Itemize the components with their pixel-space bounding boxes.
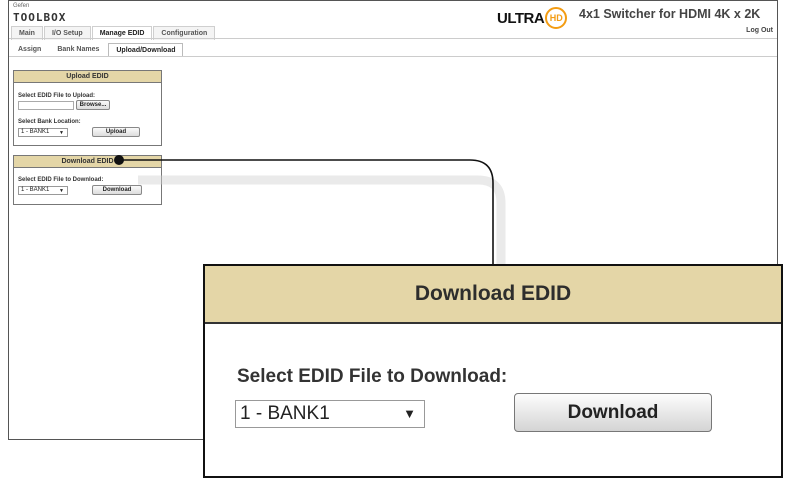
hd-circle-icon: HD xyxy=(545,7,568,29)
upload-file-field[interactable] xyxy=(18,101,74,110)
download-edid-title: Download EDID xyxy=(14,156,161,168)
chevron-down-icon: ▼ xyxy=(403,406,416,421)
download-button[interactable]: Download xyxy=(92,185,142,195)
sub-tabs: Assign Bank Names Upload/Download xyxy=(11,43,185,57)
download-edid-panel: Download EDID Select EDID File to Downlo… xyxy=(13,155,162,205)
download-bank-value: 1 - BANK1 xyxy=(21,187,50,193)
bank-location-label: Select Bank Location: xyxy=(18,119,81,125)
download-file-label: Select EDID File to Download: xyxy=(18,177,104,183)
upload-bank-value: 1 - BANK1 xyxy=(21,129,50,135)
product-title: 4x1 Switcher for HDMI 4K x 2K xyxy=(579,7,761,21)
subtab-assign[interactable]: Assign xyxy=(11,43,48,57)
ultra-text: ULTRA xyxy=(497,9,545,27)
tabbar-divider xyxy=(9,38,777,39)
upload-bank-select[interactable]: 1 - BANK1 ▼ xyxy=(18,128,68,137)
subtab-divider xyxy=(9,56,777,57)
logout-link[interactable]: Log Out xyxy=(746,27,773,34)
subtab-bank-names[interactable]: Bank Names xyxy=(50,43,106,57)
upload-file-label: Select EDID File to Upload: xyxy=(18,93,96,99)
zoomed-download-panel: Download EDID Select EDID File to Downlo… xyxy=(203,264,783,478)
zoom-bank-value: 1 - BANK1 xyxy=(240,403,330,424)
zoom-file-label: Select EDID File to Download: xyxy=(237,366,508,387)
upload-button[interactable]: Upload xyxy=(92,127,140,137)
chevron-down-icon: ▼ xyxy=(59,188,64,194)
zoom-download-title: Download EDID xyxy=(205,266,781,324)
zoom-download-button[interactable]: Download xyxy=(514,393,712,432)
brand-sub: Gefen xyxy=(13,3,30,9)
download-bank-select[interactable]: 1 - BANK1 ▼ xyxy=(18,186,68,195)
browse-button[interactable]: Browse... xyxy=(76,100,110,110)
upload-edid-panel: Upload EDID Select EDID File to Upload: … xyxy=(13,70,162,146)
ultra-hd-logo: ULTRA HD xyxy=(497,7,568,29)
upload-edid-title: Upload EDID xyxy=(14,71,161,83)
subtab-upload-download[interactable]: Upload/Download xyxy=(108,43,184,57)
zoom-bank-select[interactable]: 1 - BANK1 ▼ xyxy=(235,400,425,428)
gefen-toolbox-logo: Gefen TOOLBOX xyxy=(13,3,66,25)
chevron-down-icon: ▼ xyxy=(59,130,64,136)
brand-main: TOOLBOX xyxy=(13,11,67,24)
